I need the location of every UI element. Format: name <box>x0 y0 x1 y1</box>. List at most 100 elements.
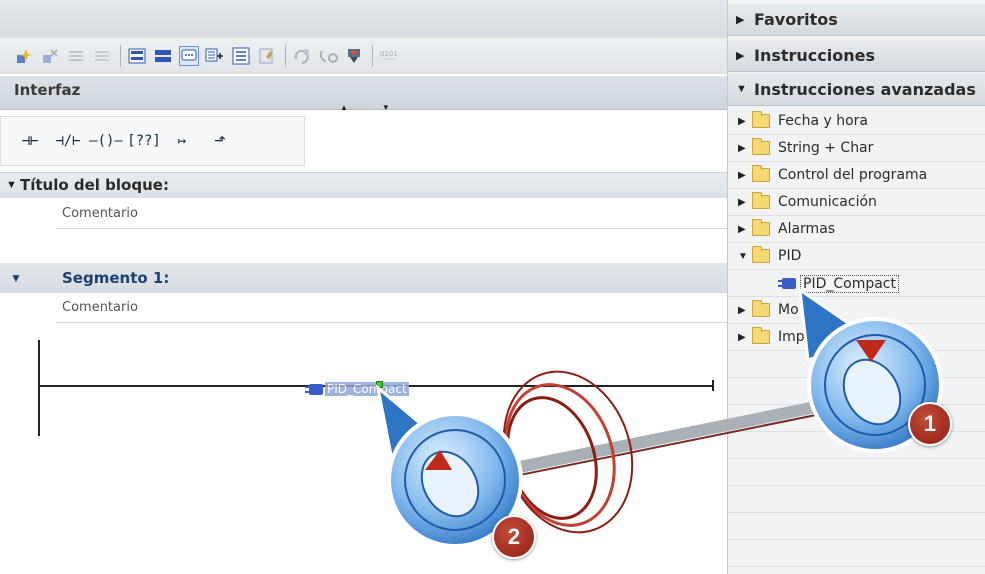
tree-empty-row <box>728 351 985 378</box>
tree-item-control-del-programa[interactable]: ▶ Control del programa <box>728 162 985 189</box>
tree-item-label: Comunicación <box>778 194 877 210</box>
insert-block-icon[interactable] <box>14 46 34 66</box>
expand-arrow-icon[interactable]: ▶ <box>738 305 746 316</box>
splitter-arrows-icon[interactable]: ▲▼ <box>340 103 424 112</box>
tree-empty-row <box>728 486 985 513</box>
tree-item-label: Mo <box>778 302 799 318</box>
tree-item-label: Control del programa <box>778 167 928 183</box>
block-icon <box>305 383 323 395</box>
tree-empty-row <box>728 378 985 405</box>
dragged-block[interactable]: PID_Compact <box>305 381 409 397</box>
toolbar-separator <box>285 45 286 67</box>
folder-icon <box>752 219 770 236</box>
no-contact-icon[interactable]: ⊣⊢ <box>13 128 47 154</box>
folder-icon <box>752 138 770 155</box>
pane-instructions-label: Instrucciones <box>754 46 876 65</box>
step-badge-2: 2 <box>492 515 536 559</box>
folder-icon <box>752 300 770 317</box>
toolbar-separator <box>120 45 121 67</box>
tree-item-impulso[interactable]: ▶ Imp <box>728 324 985 351</box>
tree-item-label: Alarmas <box>778 221 836 237</box>
tree-item-label: PID_Compact <box>800 275 899 293</box>
expand-triangle-icon: ▶ <box>736 14 745 26</box>
pane-favorites[interactable]: ▶ Favoritos <box>728 4 985 36</box>
expand-arrow-icon[interactable]: ▶ <box>738 224 746 235</box>
tree-item-pid[interactable]: ▼ PID <box>728 243 985 270</box>
tree-item-label: String + Char <box>778 140 874 156</box>
insert-comment-icon[interactable] <box>205 46 225 66</box>
folder-icon <box>752 246 770 263</box>
toolbar-separator <box>372 45 373 67</box>
pane-advanced-instructions[interactable]: ▼ Instrucciones avanzadas <box>728 74 985 106</box>
tree-item-label: Imp <box>778 329 805 345</box>
tree-empty-row <box>728 540 985 567</box>
comment-icon[interactable] <box>179 46 199 66</box>
display-format-icon[interactable]: 0101 <box>379 46 399 66</box>
expand-arrow-icon[interactable]: ▶ <box>738 332 746 343</box>
folder-icon <box>752 192 770 209</box>
svg-text:0101: 0101 <box>380 50 398 58</box>
tree-item-alarmas[interactable]: ▶ Alarmas <box>728 216 985 243</box>
collapse-all-icon[interactable] <box>153 46 173 66</box>
tree-item-motion-control[interactable]: ▶ Mo <box>728 297 985 324</box>
tree-item-label: PID <box>778 248 802 264</box>
tree-item-fecha-y-hora[interactable]: ▶ Fecha y hora <box>728 108 985 135</box>
delete-network-icon[interactable] <box>92 46 112 66</box>
expand-arrow-icon[interactable]: ▶ <box>738 143 746 154</box>
absolute-operand-icon[interactable] <box>231 46 251 66</box>
drop-target-marker <box>376 381 383 388</box>
symbol-list-icon[interactable] <box>257 46 277 66</box>
block-icon <box>778 278 796 289</box>
tree-item-pid-compact[interactable]: PID_Compact <box>728 270 985 297</box>
interface-label: Interfaz <box>14 81 81 99</box>
expand-arrow-icon[interactable]: ▶ <box>738 170 746 181</box>
pane-favorites-label: Favoritos <box>754 10 838 29</box>
editor-toolbar: 0101 <box>0 38 727 74</box>
segment-header[interactable]: ▼ Segmento 1: <box>0 263 727 293</box>
nc-contact-icon[interactable]: ⊣/⊢ <box>51 128 85 154</box>
expand-arrow-icon[interactable]: ▶ <box>738 116 746 127</box>
editor-title-strip <box>0 0 727 38</box>
folder-icon <box>752 111 770 128</box>
expand-all-icon[interactable] <box>127 46 147 66</box>
previous-error-icon[interactable] <box>292 46 312 66</box>
dragged-block-label: PID_Compact <box>325 382 409 396</box>
remove-block-icon[interactable] <box>40 46 60 66</box>
block-title-row[interactable]: ▼ Título del bloque: <box>0 172 727 198</box>
power-rail <box>38 340 40 436</box>
folder-icon <box>752 165 770 182</box>
insert-network-icon[interactable] <box>66 46 86 66</box>
ladder-favorites-toolbar: ⊣⊢ ⊣/⊢ –()– [??] ↦ ⬏ <box>0 116 305 166</box>
next-error-icon[interactable] <box>318 46 338 66</box>
block-comment[interactable]: Comentario <box>62 206 138 221</box>
divider <box>56 228 727 229</box>
tree-item-comunicacion[interactable]: ▶ Comunicación <box>728 189 985 216</box>
coil-icon[interactable]: –()– <box>89 128 123 154</box>
interface-section-bar[interactable]: Interfaz ▲▼ <box>0 76 727 112</box>
segment-title: Segmento 1: <box>62 269 170 287</box>
collapse-triangle-icon[interactable]: ▼ <box>6 179 17 191</box>
expand-triangle-icon: ▶ <box>736 50 745 62</box>
pane-instructions[interactable]: ▶ Instrucciones <box>728 40 985 72</box>
pane-advanced-label: Instrucciones avanzadas <box>754 80 976 99</box>
collapse-triangle-icon: ▼ <box>736 83 747 95</box>
instructions-task-card: ▶ Favoritos ▶ Instrucciones ▼ Instruccio… <box>727 0 985 574</box>
block-title: Título del bloque: <box>20 176 169 194</box>
tree-empty-row <box>728 513 985 540</box>
close-branch-icon[interactable]: ⬏ <box>203 128 237 154</box>
download-icon[interactable] <box>344 46 364 66</box>
tree-empty-row <box>728 459 985 486</box>
segment-comment[interactable]: Comentario <box>62 300 138 315</box>
program-editor: 0101 Interfaz ▲▼ ⊣⊢ ⊣/⊢ –()– [??] ↦ ⬏ ▼ … <box>0 0 727 574</box>
empty-box-icon[interactable]: [??] <box>127 128 161 154</box>
collapse-arrow-icon[interactable]: ▼ <box>738 251 748 262</box>
collapse-triangle-icon[interactable]: ▼ <box>10 271 22 285</box>
divider <box>56 322 727 323</box>
tree-item-string-char[interactable]: ▶ String + Char <box>728 135 985 162</box>
tree-item-label: Fecha y hora <box>778 113 869 129</box>
step-badge-1: 1 <box>908 402 952 446</box>
rung-end <box>712 380 714 391</box>
open-branch-icon[interactable]: ↦ <box>165 128 199 154</box>
expand-arrow-icon[interactable]: ▶ <box>738 197 746 208</box>
folder-icon <box>752 327 770 344</box>
